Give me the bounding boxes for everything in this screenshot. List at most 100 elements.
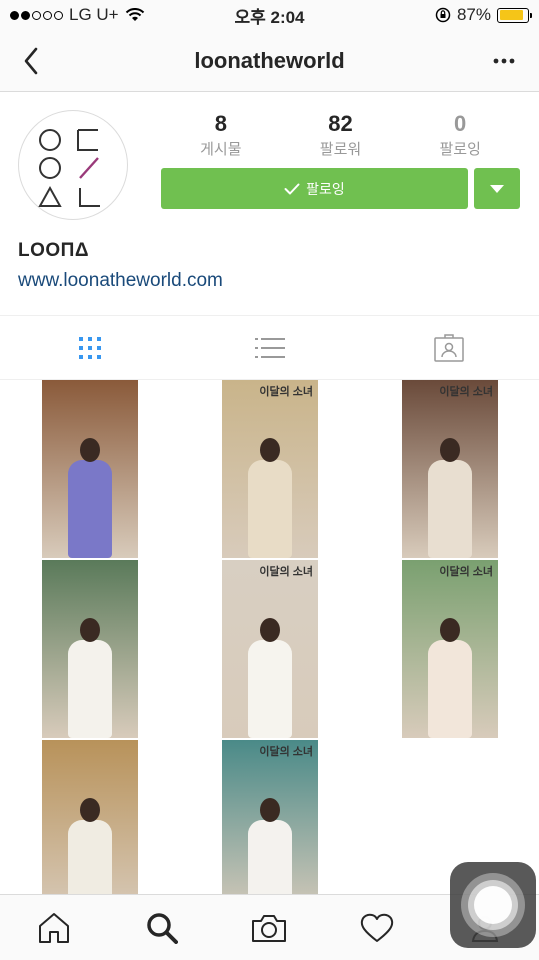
posts-label: 게시물	[200, 141, 242, 158]
view-tabs	[0, 316, 539, 380]
following-button-label: 팔로잉	[306, 180, 345, 197]
figure-head	[440, 438, 460, 462]
assistive-touch-button[interactable]	[450, 862, 536, 948]
post-thumbnail[interactable]: 이달의 소녀	[402, 380, 498, 558]
post-image: 이달의 소녀	[222, 380, 318, 558]
post-image	[42, 560, 138, 738]
post-title-text: 이달의 소녀	[439, 566, 493, 578]
avatar[interactable]	[18, 110, 128, 220]
back-button[interactable]	[16, 45, 46, 77]
status-right: 87%	[435, 5, 532, 25]
post-thumbnail[interactable]: 이달의 소녀	[222, 380, 318, 558]
status-bar: LG U+ 오후 2:04 87%	[0, 0, 539, 30]
posts-grid: 이달의 소녀 이달의 소녀 이달의 소녀 이달의 소녀 이달의 소녀	[0, 380, 539, 894]
posts-count: 8	[214, 111, 227, 136]
figure-dress	[428, 460, 472, 558]
post-thumbnail[interactable]: 이달의 소녀	[222, 560, 318, 738]
home-icon	[38, 912, 69, 943]
heart-icon	[361, 913, 394, 942]
assistive-touch-ring	[461, 873, 525, 937]
nav-home[interactable]	[0, 895, 108, 960]
loona-logo-icon	[38, 129, 100, 207]
figure-head	[260, 618, 280, 642]
figure-head	[80, 798, 100, 822]
figure-head	[80, 438, 100, 462]
following-stat[interactable]: 0 팔로잉	[400, 112, 520, 159]
camera-icon	[252, 914, 287, 942]
profile-website-link[interactable]: www.loonatheworld.com	[18, 270, 223, 292]
tab-tagged[interactable]	[359, 316, 539, 379]
post-image	[42, 380, 138, 558]
post-title-text: 이달의 소녀	[259, 566, 313, 578]
posts-stat[interactable]: 8 게시물	[161, 112, 281, 159]
tagged-icon	[434, 333, 464, 362]
figure-dress	[248, 820, 292, 894]
nav-camera[interactable]	[216, 895, 324, 960]
chevron-left-icon	[24, 47, 38, 75]
figure-head	[260, 798, 280, 822]
header: loonatheworld	[0, 30, 539, 92]
post-figure	[247, 438, 293, 558]
figure-head	[80, 618, 100, 642]
figure-dress	[248, 640, 292, 738]
post-figure	[247, 798, 293, 894]
checkmark-icon	[284, 183, 300, 194]
ellipsis-icon	[493, 58, 515, 64]
post-figure	[247, 618, 293, 738]
following-count: 0	[454, 111, 467, 136]
more-options-button[interactable]	[489, 52, 519, 70]
battery-fill	[499, 10, 523, 20]
following-label: 팔로잉	[439, 141, 481, 158]
page-title: loonatheworld	[194, 47, 345, 73]
post-figure	[67, 438, 113, 558]
following-button[interactable]: 팔로잉	[161, 168, 468, 209]
post-image: 이달의 소녀	[402, 380, 498, 558]
signal-icon	[10, 10, 63, 20]
nav-activity[interactable]	[323, 895, 431, 960]
figure-dress	[248, 460, 292, 558]
assistive-touch-core	[474, 886, 512, 924]
post-thumbnail[interactable]	[42, 740, 138, 894]
post-thumbnail[interactable]	[42, 380, 138, 558]
battery-percent: 87%	[456, 5, 491, 24]
profile-stats: 8 게시물 82 팔로워 0 팔로잉	[161, 112, 520, 159]
post-image: 이달의 소녀	[222, 560, 318, 738]
post-figure	[67, 798, 113, 894]
profile-section: 8 게시물 82 팔로워 0 팔로잉 팔로잉 LOOΠΔ www.loonath…	[0, 92, 539, 316]
post-thumbnail[interactable]: 이달의 소녀	[222, 740, 318, 894]
followers-count: 82	[328, 111, 353, 136]
assistive-touch-ring-inner	[468, 880, 518, 930]
post-image: 이달의 소녀	[222, 740, 318, 894]
grid-icon	[78, 336, 101, 359]
figure-head	[440, 618, 460, 642]
post-figure	[67, 618, 113, 738]
post-title-text: 이달의 소녀	[259, 746, 313, 758]
post-figure	[427, 618, 473, 738]
carrier-label: LG U+	[69, 5, 119, 24]
tab-list[interactable]	[180, 316, 360, 379]
profile-name: LOOΠΔ	[18, 240, 90, 261]
figure-head	[260, 438, 280, 462]
list-icon	[254, 337, 285, 358]
wifi-icon	[125, 8, 144, 21]
followers-stat[interactable]: 82 팔로워	[281, 112, 401, 159]
status-left: LG U+	[10, 5, 145, 25]
post-thumbnail[interactable]: 이달의 소녀	[402, 560, 498, 738]
tab-grid[interactable]	[0, 316, 180, 379]
search-icon	[146, 912, 178, 944]
battery-icon	[497, 7, 532, 23]
post-thumbnail[interactable]	[42, 560, 138, 738]
figure-dress	[68, 820, 112, 894]
post-title-text: 이달의 소녀	[259, 386, 313, 398]
clock: 오후 2:04	[234, 7, 305, 27]
rotation-lock-icon	[435, 7, 451, 23]
figure-dress	[428, 640, 472, 738]
suggestions-dropdown-button[interactable]	[474, 168, 520, 209]
followers-label: 팔로워	[319, 141, 362, 158]
figure-dress	[68, 460, 112, 558]
nav-search[interactable]	[108, 895, 216, 960]
post-image: 이달의 소녀	[402, 560, 498, 738]
post-title-text: 이달의 소녀	[439, 386, 493, 398]
post-image	[42, 740, 138, 894]
figure-dress	[68, 640, 112, 738]
